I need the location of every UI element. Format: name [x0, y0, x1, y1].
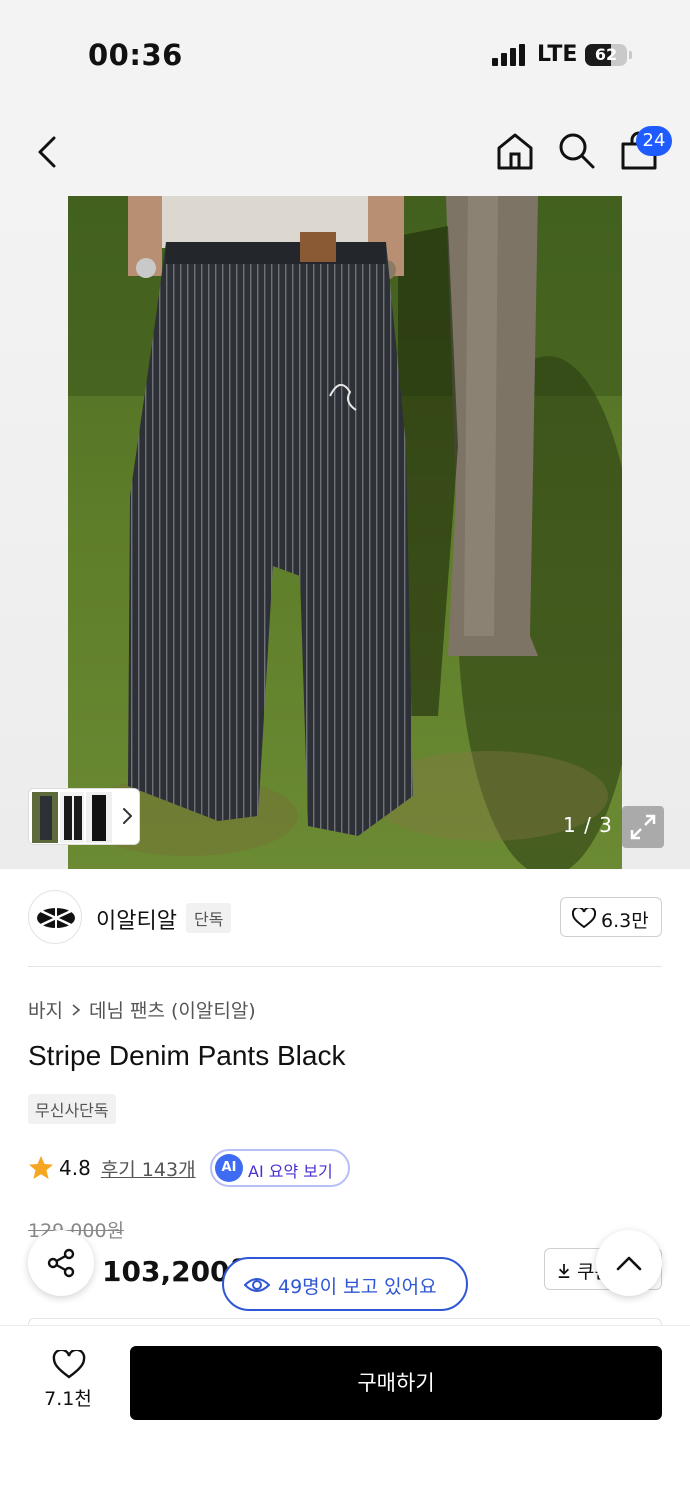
star-icon [29, 1156, 53, 1179]
network-type: LTE [537, 42, 578, 67]
exclusive-tag: 단독 [186, 903, 232, 933]
chevron-right-icon [123, 808, 132, 824]
status-bar: 00:36 LTE 62 [0, 0, 690, 110]
share-button[interactable] [28, 1230, 94, 1296]
brand-logo[interactable] [28, 890, 82, 944]
heart-icon [52, 1350, 86, 1379]
gallery-page-counter: 1 / 3 [563, 813, 613, 837]
breadcrumb-item-subcategory[interactable]: 데님 팬츠 (이알티알) [89, 996, 256, 1023]
back-icon[interactable] [30, 132, 66, 172]
wishlist-count: 7.1천 [44, 1388, 92, 1410]
expand-image-button[interactable] [622, 806, 664, 848]
brand-row[interactable]: 이알티알 단독 6.3만 [0, 869, 690, 967]
expand-icon [630, 814, 656, 840]
wishlist-button[interactable]: 7.1천 [28, 1348, 108, 1420]
product-photo[interactable] [68, 196, 622, 869]
top-nav-bar: 24 [0, 110, 690, 196]
heart-icon [572, 908, 596, 929]
search-icon[interactable] [556, 130, 596, 170]
brand-name[interactable]: 이알티알 [96, 903, 177, 935]
rating-row: 4.8 후기 143개 AI AI 요약 보기 [28, 1149, 350, 1187]
gallery-thumbnail-strip[interactable] [28, 788, 140, 845]
brand-like-count: 6.3만 [601, 910, 649, 932]
brand-logo-mark [37, 908, 75, 928]
ai-summary-button[interactable]: AI AI 요약 보기 [210, 1149, 350, 1187]
brand-like-button[interactable]: 6.3만 [560, 897, 662, 937]
product-title: Stripe Denim Pants Black [28, 1040, 346, 1071]
signal-icon [492, 44, 525, 66]
rating-value: 4.8 [59, 1156, 91, 1180]
battery-tip [629, 51, 632, 59]
share-icon [47, 1248, 75, 1278]
eye-icon [244, 1278, 270, 1292]
viewers-count-pill: 49명이 보고 있어요 [222, 1257, 468, 1311]
thumbnail-images [32, 792, 112, 843]
battery-level: 62 [594, 45, 618, 64]
buy-button[interactable]: 구매하기 [130, 1346, 662, 1420]
battery-icon: 62 [585, 44, 627, 66]
section-card-top [28, 1318, 662, 1326]
reviews-link[interactable]: 후기 143개 [101, 1155, 196, 1182]
status-time: 00:36 [88, 38, 183, 72]
bottom-action-bar: 7.1천 구매하기 [0, 1326, 690, 1500]
viewers-count-text: 49명이 보고 있어요 [278, 1276, 437, 1298]
chevron-right-icon [72, 1003, 81, 1016]
ai-badge-icon: AI [215, 1154, 243, 1182]
breadcrumb-item-category[interactable]: 바지 [28, 996, 63, 1023]
chevron-up-icon [616, 1256, 642, 1271]
download-icon [558, 1264, 570, 1278]
product-gallery[interactable]: 1 / 3 [0, 196, 690, 869]
cart-count-badge: 24 [636, 126, 672, 156]
musinsa-exclusive-tag: 무신사단독 [28, 1094, 116, 1124]
divider [28, 966, 662, 967]
breadcrumb: 바지 데님 팬츠 (이알티알) [28, 996, 256, 1023]
ai-summary-label: AI 요약 보기 [248, 1162, 333, 1181]
scroll-top-button[interactable] [596, 1230, 662, 1296]
home-icon[interactable] [494, 130, 536, 172]
